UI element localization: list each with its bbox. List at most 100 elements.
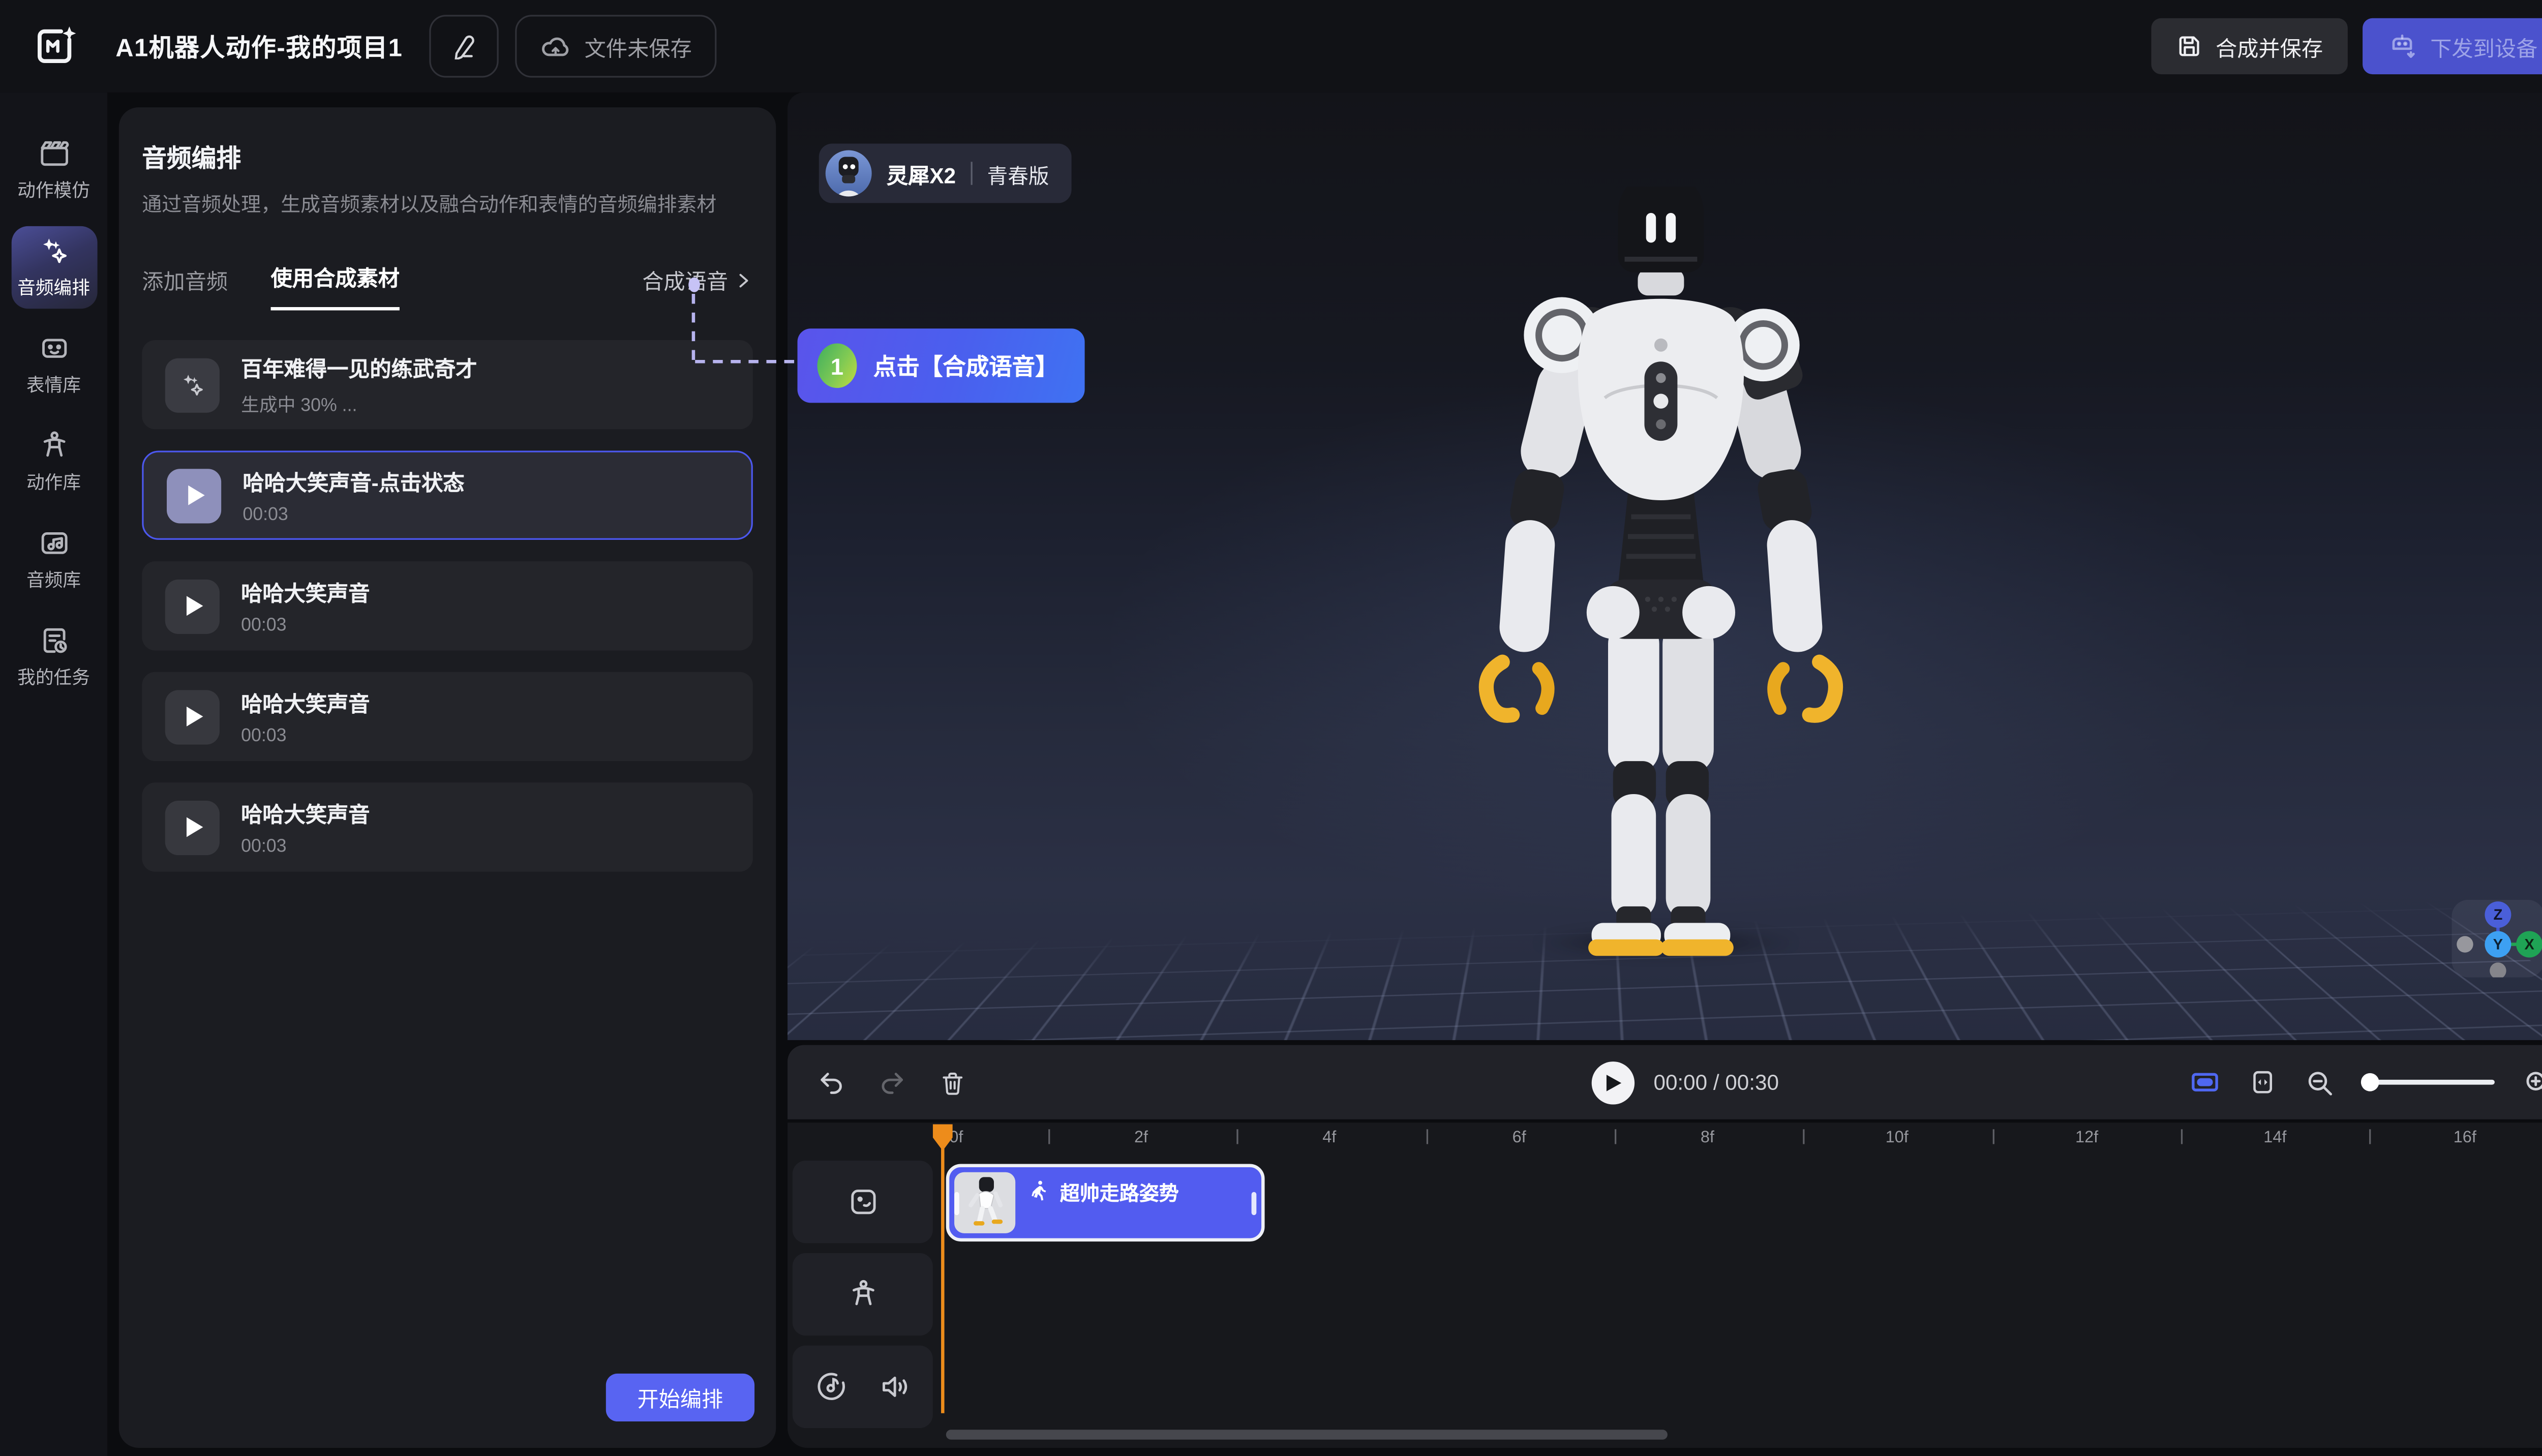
model-edition: 青春版 bbox=[987, 158, 1049, 189]
play-button[interactable] bbox=[165, 689, 220, 744]
tab-add-audio[interactable]: 添加音频 bbox=[142, 264, 228, 311]
timeline-zoom-slider[interactable] bbox=[2363, 1080, 2495, 1085]
robot-face-icon bbox=[37, 332, 70, 365]
guide-dashed-line-vertical bbox=[692, 294, 695, 360]
sidebar-item-expression-library[interactable]: 表情库 bbox=[11, 324, 97, 406]
redo-button[interactable] bbox=[879, 1068, 906, 1096]
playhead-line bbox=[941, 1142, 944, 1413]
fit-width-button[interactable] bbox=[2249, 1068, 2277, 1096]
sidebar-item-motion-library[interactable]: 动作库 bbox=[11, 421, 97, 503]
badge-divider bbox=[971, 162, 972, 185]
timeline-area[interactable]: 0f 2f 4f 6f 8f 10f 12f 14f 16f bbox=[788, 1123, 2542, 1448]
3d-viewport[interactable]: 灵犀X2 青春版 Z Y X bbox=[788, 93, 2542, 1040]
music-box-icon bbox=[37, 527, 70, 560]
sidebar-item-my-tasks[interactable]: 我的任务 bbox=[11, 616, 97, 698]
sidebar-item-audio-arrange[interactable]: 音频编排 bbox=[11, 226, 97, 309]
track-header-audio[interactable] bbox=[793, 1346, 933, 1428]
play-button[interactable] bbox=[1591, 1060, 1633, 1103]
sidebar-item-label: 音频编排 bbox=[17, 274, 90, 300]
deploy-button[interactable]: 下发到设备 bbox=[2363, 18, 2542, 74]
audio-item-selected[interactable]: 哈哈大笑声音-点击状态 00:03 bbox=[142, 451, 753, 540]
zoom-out-button[interactable] bbox=[2305, 1067, 2334, 1097]
file-status-label: 文件未保存 bbox=[585, 31, 692, 62]
guide-tooltip: 1 点击【合成语音】 bbox=[798, 328, 1085, 403]
axis-negz-handle bbox=[2490, 962, 2506, 977]
face-icon bbox=[846, 1186, 879, 1219]
robot-model[interactable] bbox=[1446, 187, 1875, 962]
top-bar: A1机器人动作-我的项目1 文件未保存 bbox=[0, 0, 2542, 93]
audio-item-title: 哈哈大笑声音 bbox=[241, 687, 370, 718]
sidebar-item-label: 音频库 bbox=[26, 566, 81, 593]
audio-item[interactable]: 哈哈大笑声音 00:03 bbox=[142, 782, 753, 871]
sidebar-item-audio-library[interactable]: 音频库 bbox=[11, 519, 97, 601]
guide-step-number: 1 bbox=[817, 343, 857, 388]
clip-trim-handle-right[interactable] bbox=[1252, 1191, 1257, 1214]
delete-button[interactable] bbox=[940, 1069, 966, 1096]
robot-download-icon bbox=[2387, 32, 2417, 61]
clip-thumbnail bbox=[954, 1172, 1015, 1233]
audio-item[interactable]: 哈哈大笑声音 00:03 bbox=[142, 561, 753, 650]
sidebar-item-label: 表情库 bbox=[26, 372, 81, 398]
panel-tabs: 添加音频 使用合成素材 合成语音 bbox=[142, 261, 753, 310]
snap-toggle[interactable] bbox=[2189, 1067, 2221, 1098]
audio-item-duration: 00:03 bbox=[241, 837, 370, 857]
sidebar-item-motion-mimic[interactable]: 动作模仿 bbox=[11, 129, 97, 211]
play-button[interactable] bbox=[165, 579, 220, 633]
zoom-in-button[interactable] bbox=[2523, 1067, 2542, 1097]
clip-trim-handle-left[interactable] bbox=[954, 1191, 959, 1214]
file-status-button[interactable]: 文件未保存 bbox=[515, 15, 716, 77]
save-button[interactable]: 合成并保存 bbox=[2151, 18, 2347, 74]
guide-anchor-dot bbox=[688, 278, 700, 292]
save-icon bbox=[2176, 33, 2202, 59]
tasks-icon bbox=[37, 624, 70, 657]
chevron-right-icon bbox=[733, 270, 753, 290]
play-button[interactable] bbox=[165, 800, 220, 854]
guide-tooltip-text: 点击【合成语音】 bbox=[873, 349, 1058, 382]
model-avatar bbox=[826, 150, 872, 197]
app-logo-icon bbox=[33, 23, 79, 69]
audio-item-title: 哈哈大笑声音-点击状态 bbox=[243, 466, 464, 497]
sidebar: 动作模仿 音频编排 表情库 bbox=[0, 93, 107, 1456]
walking-person-icon bbox=[1028, 1179, 1050, 1202]
tab-use-synth-material[interactable]: 使用合成素材 bbox=[271, 261, 400, 310]
app-window: A1机器人动作-我的项目1 文件未保存 bbox=[0, 0, 2542, 1456]
rename-button[interactable] bbox=[429, 15, 498, 77]
svg-text:Y: Y bbox=[2493, 936, 2503, 953]
save-button-label: 合成并保存 bbox=[2216, 31, 2323, 62]
cloud-icon bbox=[540, 31, 571, 62]
start-arrange-button[interactable]: 开始编排 bbox=[606, 1374, 754, 1421]
track-header-motion[interactable] bbox=[793, 1253, 933, 1336]
audio-item-title: 哈哈大笑声音 bbox=[241, 576, 370, 608]
orientation-gizmo[interactable]: Z Y X bbox=[2452, 900, 2542, 978]
music-disc-icon bbox=[815, 1370, 848, 1403]
audio-item[interactable]: 哈哈大笑声音 00:03 bbox=[142, 672, 753, 761]
audio-item-duration: 00:03 bbox=[241, 616, 370, 635]
zoom-slider-knob[interactable] bbox=[2361, 1073, 2379, 1091]
audio-item-duration: 00:03 bbox=[241, 726, 370, 746]
audio-item-generating[interactable]: 百年难得一见的练武奇才 生成中 30% ... bbox=[142, 340, 753, 429]
person-icon bbox=[37, 429, 70, 462]
timeline-clip-motion[interactable]: 超帅走路姿势 bbox=[946, 1164, 1265, 1241]
robot-legs bbox=[1588, 619, 1734, 956]
sparkles-icon bbox=[165, 357, 220, 412]
speaker-icon[interactable] bbox=[877, 1370, 911, 1403]
clip-label: 超帅走路姿势 bbox=[1060, 1179, 1179, 1207]
svg-text:Z: Z bbox=[2493, 907, 2502, 923]
person-icon bbox=[846, 1278, 879, 1311]
sidebar-item-label: 动作模仿 bbox=[17, 176, 90, 203]
clapperboard-icon bbox=[37, 137, 70, 170]
panel-title: 音频编排 bbox=[142, 140, 753, 175]
audio-item-title: 百年难得一见的练武奇才 bbox=[241, 352, 477, 383]
svg-text:X: X bbox=[2524, 936, 2534, 953]
play-button[interactable] bbox=[167, 468, 221, 523]
timeline-toolbar: 00:00 / 00:30 bbox=[788, 1045, 2542, 1119]
audio-arrange-panel: 音频编排 通过音频处理，生成音频素材以及融合动作和表情的音频编排素材 添加音频 … bbox=[119, 107, 776, 1448]
audio-item-status: 生成中 30% ... bbox=[241, 391, 477, 418]
project-title: A1机器人动作-我的项目1 bbox=[115, 29, 403, 64]
timeline-hscrollbar[interactable] bbox=[946, 1430, 1668, 1439]
undo-button[interactable] bbox=[817, 1068, 845, 1096]
track-header-expression[interactable] bbox=[793, 1161, 933, 1243]
panel-description: 通过音频处理，生成音频素材以及融合动作和表情的音频编排素材 bbox=[142, 190, 753, 218]
audio-item-title: 哈哈大笑声音 bbox=[241, 798, 370, 829]
model-badge: 灵犀X2 青春版 bbox=[819, 144, 1072, 203]
